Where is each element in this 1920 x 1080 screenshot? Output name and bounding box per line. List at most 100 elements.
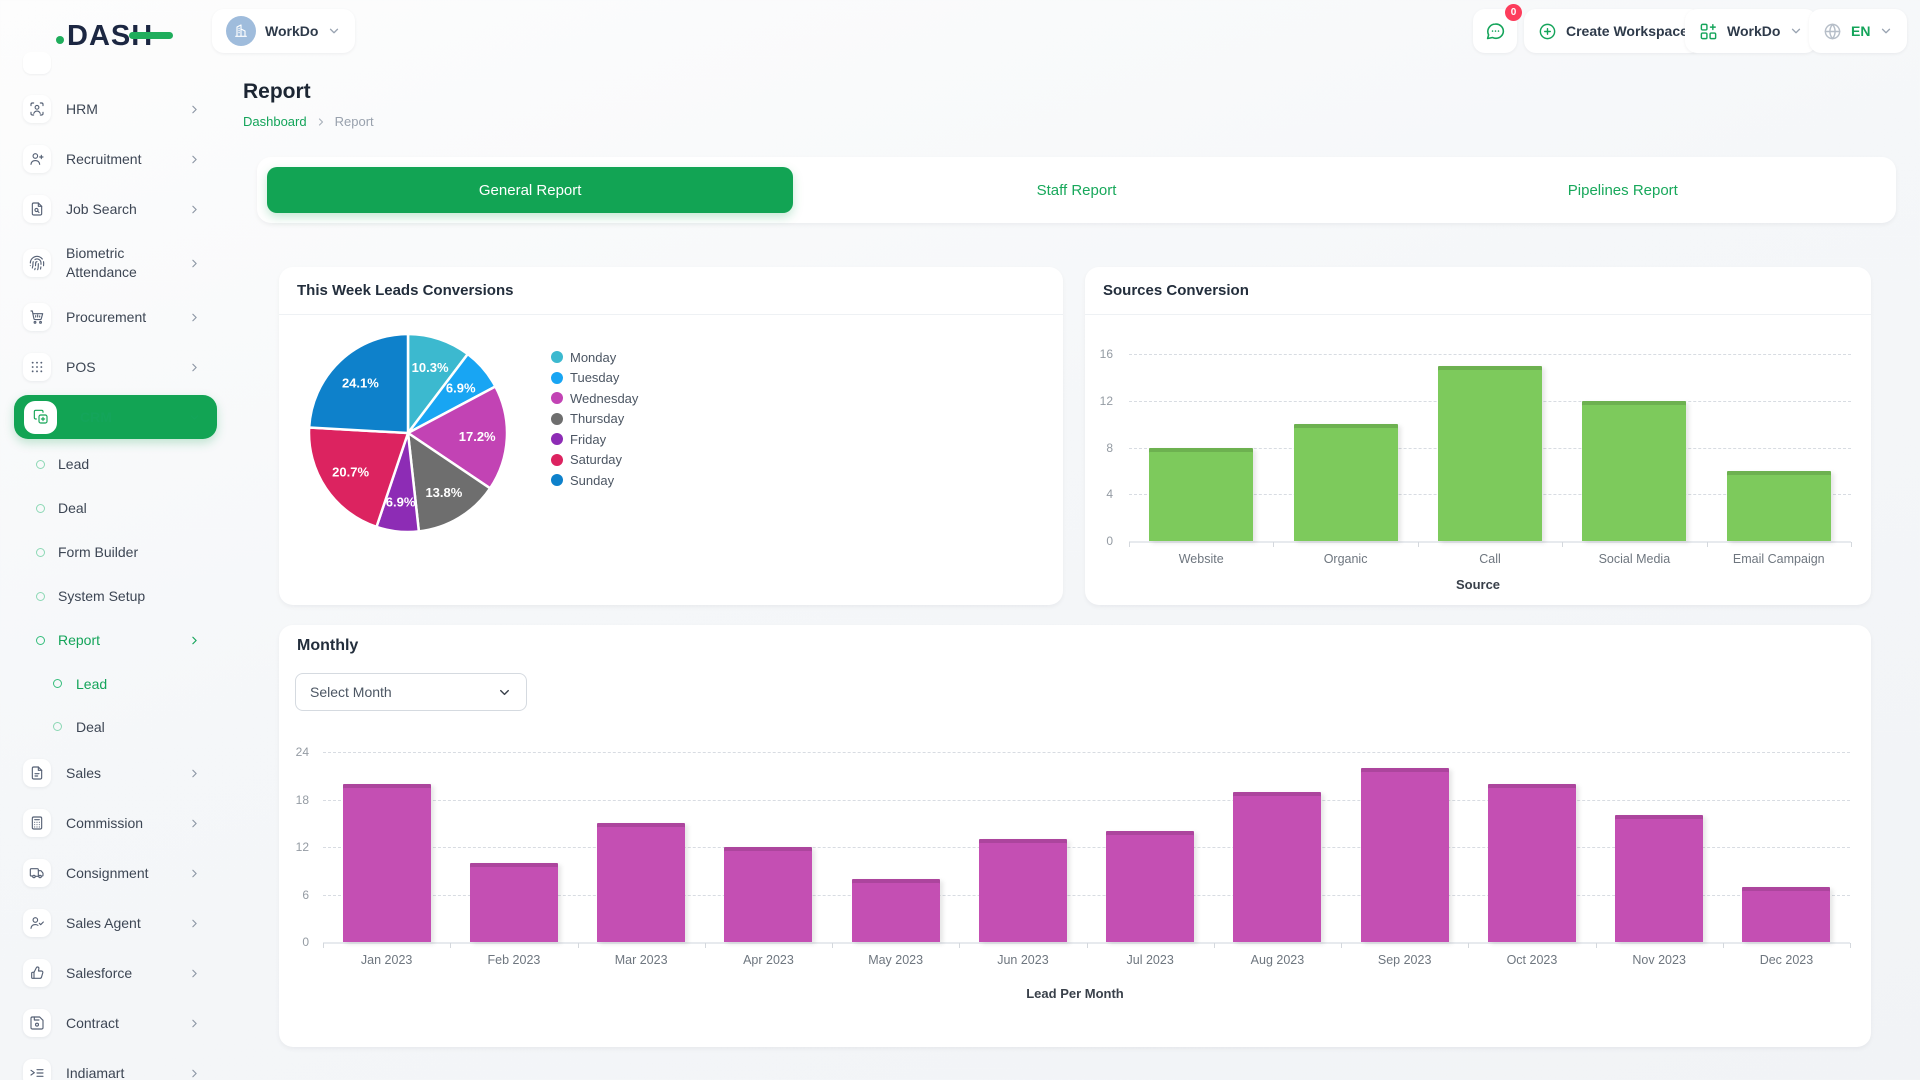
y-tick-label: 6	[279, 887, 309, 903]
legend-item-sunday: Sunday	[551, 470, 638, 491]
month-select-value: Select Month	[310, 684, 392, 700]
chevron-right-icon	[188, 967, 201, 980]
tab-staff-report[interactable]: Staff Report	[813, 167, 1339, 213]
legend-dot	[551, 351, 563, 363]
sidebar-item-label: Lead	[58, 456, 89, 472]
legend-label: Monday	[570, 350, 616, 365]
bullet-icon	[53, 679, 62, 688]
sidebar-item-lead[interactable]: Lead	[0, 442, 233, 486]
sidebar-item-salesforce[interactable]: Salesforce	[0, 948, 233, 998]
commission-icon	[23, 809, 51, 837]
sidebar-item-hrm[interactable]: HRM	[0, 84, 233, 134]
sidebar-item-label: Deal	[58, 500, 87, 516]
sidebar-item-deal[interactable]: Deal	[0, 486, 233, 530]
month-select[interactable]: Select Month	[295, 673, 527, 711]
chevron-right-icon	[188, 311, 201, 324]
legend-item-tuesday: Tuesday	[551, 368, 638, 389]
breadcrumb-dashboard-link[interactable]: Dashboard	[243, 114, 307, 129]
sidebar-item-label: CRM	[80, 408, 188, 427]
legend-item-thursday: Thursday	[551, 409, 638, 430]
pie-data-label: 17.2%	[459, 429, 496, 444]
sidebar-item-deal[interactable]: Deal	[0, 705, 233, 748]
chevron-right-icon	[188, 103, 201, 116]
legend-dot	[551, 454, 563, 466]
messages-button[interactable]: 0	[1473, 9, 1517, 53]
sidebar-item-label: POS	[66, 358, 174, 377]
category-label: Website	[1129, 552, 1273, 566]
sidebar-item-procurement[interactable]: Procurement	[0, 292, 233, 342]
sidebar-item-system-setup[interactable]: System Setup	[0, 574, 233, 618]
chevron-right-icon	[188, 1017, 201, 1030]
breadcrumb: Dashboard Report	[243, 114, 374, 129]
sidebar-item-label: HRM	[66, 100, 174, 119]
account-menu-label: WorkDo	[1727, 23, 1780, 39]
sidebar-item-report[interactable]: Report	[0, 618, 233, 662]
sidebar-item-label: Sales Agent	[66, 914, 174, 933]
bar-call	[1438, 366, 1542, 541]
category-label: Oct 2023	[1468, 953, 1595, 967]
card-title: This Week Leads Conversions	[297, 282, 513, 299]
category-label: May 2023	[832, 953, 959, 967]
create-workspace-button[interactable]: Create Workspace	[1524, 9, 1702, 53]
sidebar-item-crm[interactable]: CRM	[0, 392, 233, 442]
x-axis-tick	[1596, 943, 1597, 948]
sidebar-item-label: Consignment	[66, 864, 174, 883]
pie-data-label: 13.8%	[425, 485, 462, 500]
sidebar-item-consignment[interactable]: Consignment	[0, 848, 233, 898]
sidebar-item-biometric-attendance[interactable]: Biometric Attendance	[0, 234, 233, 292]
sidebar-item-label: Form Builder	[58, 544, 138, 560]
leads-conversions-card: This Week Leads Conversions 10.3%6.9%17.…	[279, 267, 1063, 605]
bar-aug-2023	[1233, 792, 1321, 942]
gridline	[323, 800, 1850, 801]
sidebar-item-form-builder[interactable]: Form Builder	[0, 530, 233, 574]
bar-nov-2023	[1615, 815, 1703, 942]
sidebar-item-job-search[interactable]: Job Search	[0, 184, 233, 234]
account-menu-button[interactable]: WorkDo	[1685, 9, 1817, 53]
sources-chart-area: 0481216WebsiteOrganicCallSocial MediaEma…	[1085, 315, 1871, 605]
x-axis-tick	[959, 943, 960, 948]
monthly-leads-card: Monthly Select Month 06121824Jan 2023Feb…	[279, 625, 1871, 1047]
active-menu-pill: CRM	[14, 395, 217, 439]
report-tabs: General Report Staff Report Pipelines Re…	[257, 157, 1896, 223]
bullet-icon	[36, 592, 45, 601]
sidebar-item-recruitment[interactable]: Recruitment	[0, 134, 233, 184]
bar-dec-2023	[1742, 887, 1830, 942]
x-axis-tick	[323, 943, 324, 948]
sidebar-item-label: Report	[58, 632, 100, 648]
bar-oct-2023	[1488, 784, 1576, 942]
pos-icon	[23, 353, 51, 381]
category-label: Apr 2023	[705, 953, 832, 967]
hrm-icon	[23, 95, 51, 123]
chevron-right-icon	[188, 153, 201, 166]
chevron-down-icon	[1879, 24, 1893, 38]
tab-pipelines-report[interactable]: Pipelines Report	[1360, 167, 1886, 213]
category-label: Jun 2023	[959, 953, 1086, 967]
crm-icon	[24, 401, 57, 434]
sidebar-item-label: Indiamart	[66, 1064, 174, 1080]
legend-item-monday: Monday	[551, 347, 638, 368]
sidebar-item-sales[interactable]: Sales	[0, 748, 233, 798]
globe-icon	[1823, 22, 1842, 41]
sidebar-item-pos[interactable]: POS	[0, 342, 233, 392]
language-menu-button[interactable]: EN	[1809, 9, 1907, 53]
sidebar-item-sales-agent[interactable]: Sales Agent	[0, 898, 233, 948]
legend-label: Tuesday	[570, 370, 619, 385]
x-axis-tick	[1418, 542, 1419, 547]
bar-jun-2023	[979, 839, 1067, 942]
sidebar-item-contract[interactable]: Contract	[0, 998, 233, 1048]
workspace-switcher[interactable]: WorkDo	[212, 9, 355, 53]
tab-general-report[interactable]: General Report	[267, 167, 793, 213]
gridline	[323, 752, 1850, 753]
sidebar-item-lead[interactable]: Lead	[0, 662, 233, 705]
x-axis-tick	[1214, 943, 1215, 948]
legend-item-wednesday: Wednesday	[551, 388, 638, 409]
sidebar-item-commission[interactable]: Commission	[0, 798, 233, 848]
x-axis-tick	[1087, 943, 1088, 948]
legend-dot	[551, 433, 563, 445]
sidebar-item-indiamart[interactable]: Indiamart	[0, 1048, 233, 1080]
x-axis-tick	[1850, 943, 1851, 948]
bullet-icon	[36, 460, 45, 469]
pie-legend: MondayTuesdayWednesdayThursdayFridaySatu…	[551, 347, 638, 491]
pie-data-label: 24.1%	[342, 375, 379, 390]
sources-bar-chart: 0481216WebsiteOrganicCallSocial MediaEma…	[1085, 315, 1871, 605]
